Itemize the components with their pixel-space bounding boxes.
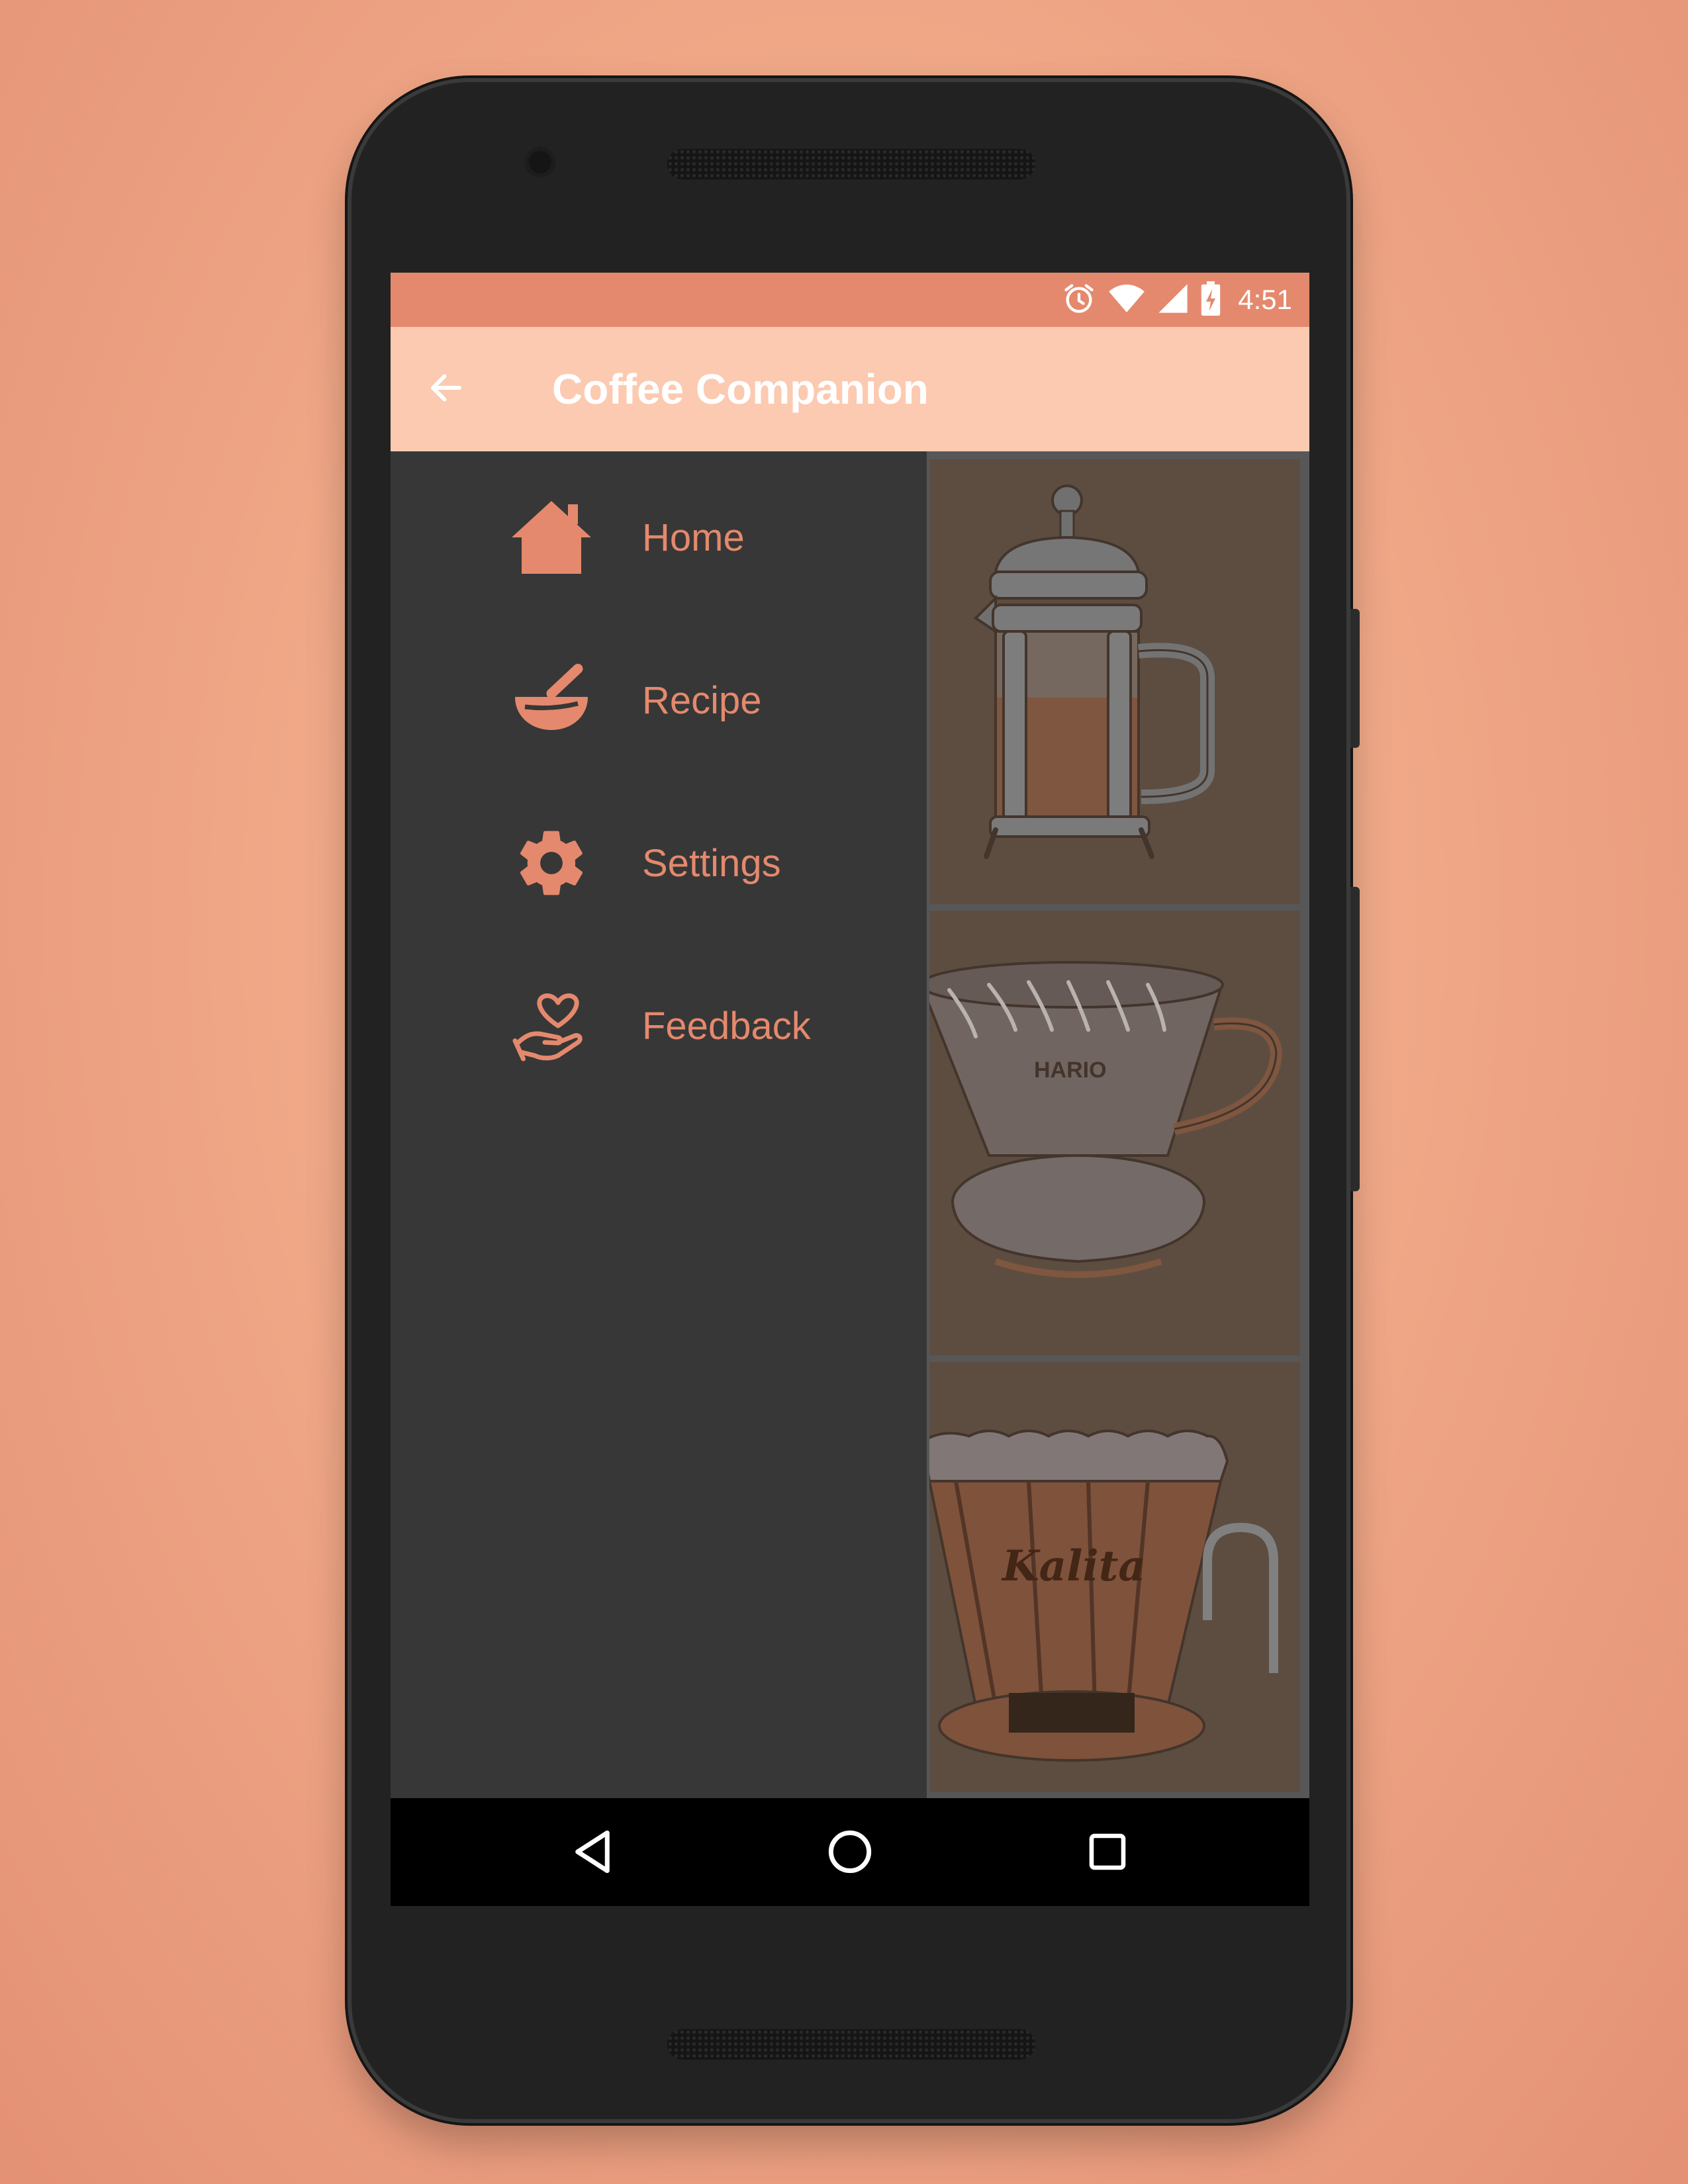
drawer-item-settings[interactable]: Settings: [391, 797, 927, 929]
drawer-item-label: Settings: [642, 841, 781, 885]
drawer-item-recipe[interactable]: Recipe: [391, 634, 927, 766]
status-icons: 4:51: [1062, 273, 1292, 327]
front-camera: [525, 147, 555, 177]
cell-signal-icon: [1157, 283, 1189, 318]
back-button[interactable]: [422, 365, 470, 413]
alarm-icon: [1062, 281, 1096, 319]
screen: 4:51 Coffee Companion HARIO Kalita Home …: [391, 273, 1309, 1906]
app-title: Coffee Companion: [552, 365, 929, 413]
heart-hand-icon: [508, 983, 594, 1069]
nav-home-button[interactable]: [814, 1817, 886, 1889]
drawer-item-label: Recipe: [642, 678, 762, 722]
app-bar: Coffee Companion: [391, 327, 1309, 451]
back-triangle-icon: [571, 1829, 614, 1878]
status-bar: 4:51: [391, 273, 1309, 327]
nav-recents-button[interactable]: [1071, 1817, 1144, 1889]
gear-icon: [508, 820, 594, 906]
home-icon: [508, 494, 594, 580]
wifi-icon: [1108, 282, 1145, 318]
drawer-item-home[interactable]: Home: [391, 471, 927, 604]
status-time: 4:51: [1238, 284, 1292, 315]
home-circle-icon: [827, 1829, 873, 1878]
recents-square-icon: [1088, 1832, 1127, 1875]
navigation-drawer: Home Recipe Settings Feedback: [391, 451, 927, 1798]
drawer-item-label: Feedback: [642, 1004, 811, 1048]
power-button: [1350, 609, 1360, 748]
bottom-speaker: [667, 2029, 1035, 2060]
battery-charging-icon: [1201, 281, 1221, 319]
volume-button: [1350, 887, 1360, 1191]
drawer-item-feedback[interactable]: Feedback: [391, 960, 927, 1092]
top-speaker: [667, 149, 1035, 179]
arrow-back-icon: [426, 368, 466, 411]
system-nav-bar: [391, 1798, 1309, 1906]
mortar-pestle-icon: [508, 657, 594, 743]
drawer-item-label: Home: [642, 516, 745, 559]
nav-back-button[interactable]: [556, 1817, 629, 1889]
